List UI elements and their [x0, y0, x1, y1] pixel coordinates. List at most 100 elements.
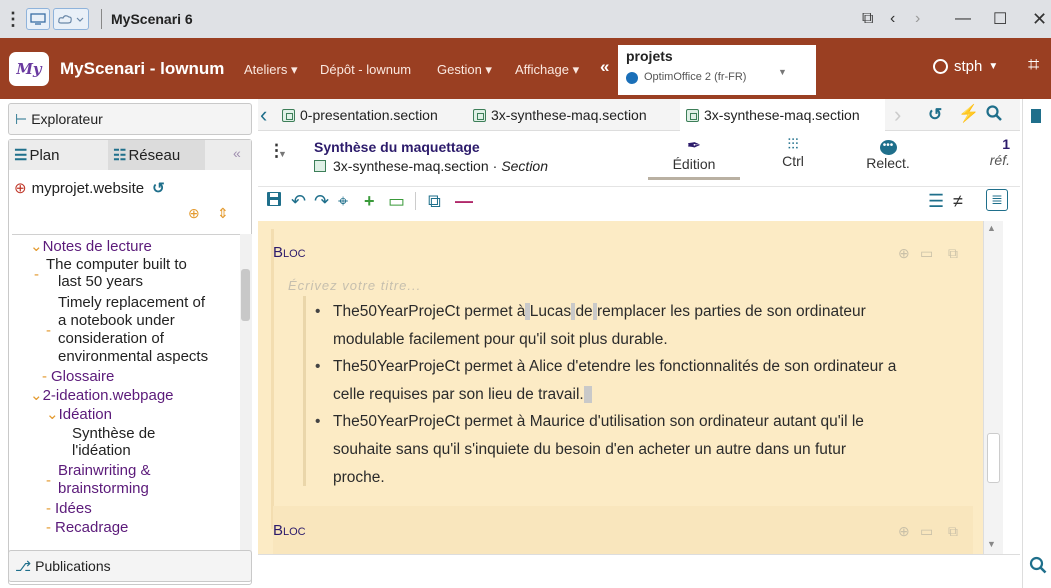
undo-icon[interactable]: ↶ — [291, 191, 306, 212]
close-icon[interactable]: ✕ — [1032, 0, 1047, 38]
add-item-icon[interactable]: ⊕ — [188, 205, 200, 222]
editor-scrollbar[interactable]: ▲ ▼ — [983, 221, 1003, 554]
scroll-up-icon[interactable]: ▲ — [987, 223, 996, 233]
pen-icon: ✒ — [686, 136, 702, 155]
section-icon — [282, 108, 295, 122]
sliders-icon: ⫶⫶⫶ — [787, 136, 799, 153]
outline-tree: ⌄Notes de lecture - The computer built to… — [12, 234, 240, 572]
left-panel: ⊢ Explorateur ☰ Plan ☷ Réseau « ⊕ myprojet… — [0, 99, 256, 588]
tab-3x-synthese-maq-active[interactable]: 3x-synthese-maq.section — [680, 99, 885, 131]
menu-ateliers[interactable]: Ateliers ▾ — [244, 62, 298, 78]
maximize-icon[interactable]: ☐ — [993, 0, 1007, 38]
explorer-label: Explorateur — [31, 111, 103, 127]
tree-item[interactable]: Synthèse de — [72, 425, 155, 442]
view-edition-button[interactable]: ✒ Édition — [648, 136, 740, 180]
target-icon[interactable]: ⌖ — [338, 191, 348, 212]
title-placeholder[interactable]: Écrivez votre titre... — [288, 278, 421, 293]
chevron-down-icon[interactable]: ▼ — [278, 149, 287, 159]
publications-icon: ⎇ — [15, 557, 32, 574]
collapse-panel-button[interactable]: « — [233, 145, 241, 161]
bloc-copy-icon[interactable]: ⧉ — [948, 523, 958, 540]
tree-item[interactable]: - Recadrage — [46, 519, 128, 536]
refs-label: réf. — [989, 152, 1010, 168]
project-selector[interactable]: projets OptimOffice 2 (fr-FR) ▼ — [618, 45, 816, 95]
tabs-scroll-right-icon[interactable]: › — [894, 102, 901, 128]
tree-item[interactable]: Brainwriting & — [58, 462, 151, 479]
list-item[interactable]: The50YearProjeCt permet à Maurice d'util… — [315, 408, 973, 492]
collapse-menu-button[interactable]: « — [600, 57, 609, 77]
tab-plan[interactable]: ☰ Plan — [9, 140, 101, 170]
forward-icon[interactable]: › — [915, 0, 920, 38]
bloc-copy-icon[interactable]: ⧉ — [948, 245, 958, 262]
references-counter[interactable]: 1 réf. — [978, 136, 1010, 168]
tab-label: 3x-synthese-maq.section — [491, 107, 647, 123]
view-edition-label: Édition — [672, 156, 716, 172]
not-equal-icon[interactable]: ≠ — [953, 191, 963, 212]
bloc-globe-icon[interactable]: ⊕ — [898, 245, 910, 262]
history-icon[interactable]: ↺ — [928, 105, 942, 125]
doc-type: Section — [501, 158, 549, 174]
root-item[interactable]: ⊕ myprojet.website ↺ — [14, 179, 165, 198]
menu-affichage[interactable]: Affichage ▾ — [515, 62, 579, 78]
tree-item[interactable]: - Glossaire — [42, 368, 114, 385]
save-icon[interactable] — [266, 191, 282, 212]
window-menu-icon[interactable]: ⋮ — [0, 9, 26, 30]
lightning-icon[interactable]: ⚡ — [958, 104, 979, 124]
tab-3x-synthese-maq[interactable]: 3x-synthese-maq.section — [473, 99, 647, 131]
pin-icon[interactable]: ⧉ — [862, 0, 873, 38]
collapse-all-icon[interactable]: ⇕ — [217, 205, 229, 222]
publications-panel-title[interactable]: ⎇ Publications — [8, 550, 252, 582]
user-menu[interactable]: stph ▼ — [933, 58, 998, 75]
bloc-globe-icon[interactable]: ⊕ — [898, 523, 910, 540]
add-icon[interactable]: + — [364, 191, 375, 212]
explorer-panel-title[interactable]: ⊢ Explorateur — [8, 103, 252, 135]
view-relect-button[interactable]: ••• Relect. — [853, 136, 923, 171]
network-icon: ☷ — [113, 147, 127, 164]
editor-scroll-thumb[interactable] — [987, 433, 1000, 483]
project-title: projets — [626, 48, 673, 64]
remove-icon[interactable]: — — [455, 191, 473, 212]
external-link-icon[interactable]: ⧉ — [428, 191, 441, 212]
comment-icon: ••• — [879, 140, 897, 155]
tree-item[interactable]: - Idées — [46, 500, 92, 517]
app-header: My MyScenari - lownum Ateliers ▾ Dépôt -… — [0, 38, 1051, 99]
bloc-comment-icon[interactable]: ▭ — [920, 523, 933, 540]
redo-icon[interactable]: ↷ — [314, 191, 329, 212]
outline-view-icon[interactable]: ≣ — [986, 189, 1008, 211]
plan-icon: ☰ — [14, 147, 28, 164]
project-model: OptimOffice 2 (fr-FR) — [644, 71, 747, 83]
comment-add-icon[interactable]: ▭ — [388, 191, 405, 212]
zoom-search-icon[interactable] — [1029, 556, 1047, 574]
list-item[interactable]: The50YearProjeCt permet à Lucas de rempl… — [315, 298, 973, 354]
tabs-scroll-left-icon[interactable]: ‹ — [260, 102, 267, 128]
list-item[interactable]: The50YearProjeCt permet à Alice d'etendr… — [315, 353, 973, 409]
desktop-icon[interactable] — [26, 8, 50, 30]
minimize-icon[interactable]: — — [955, 0, 971, 38]
fullscreen-icon[interactable]: ⌗ — [1028, 54, 1039, 77]
menu-depot[interactable]: Dépôt - lownum — [320, 62, 411, 77]
bookmark-icon[interactable] — [1031, 109, 1041, 123]
doc-title: Synthèse du maquettage — [314, 139, 480, 155]
back-icon[interactable]: ‹ — [890, 0, 895, 38]
tab-reseau[interactable]: ☷ Réseau — [108, 140, 205, 170]
tree-item[interactable]: Timely replacement of — [58, 294, 205, 311]
bloc-comment-icon[interactable]: ▭ — [920, 245, 933, 262]
menu-gestion[interactable]: Gestion ▾ — [437, 62, 492, 78]
editor-footer — [258, 554, 1020, 588]
align-icon[interactable]: ☰ — [928, 191, 944, 212]
tree-item[interactable]: ⌄Notes de lecture — [30, 238, 152, 255]
cloud-dropdown-icon[interactable] — [53, 8, 89, 30]
tree-scroll-thumb[interactable] — [241, 269, 250, 321]
chevron-down-icon: ▼ — [778, 67, 787, 77]
refs-count: 1 — [1002, 136, 1010, 152]
tree-item[interactable]: ⌄2-ideation.webpage — [30, 387, 174, 404]
search-icon[interactable] — [986, 105, 1002, 121]
scroll-down-icon[interactable]: ▼ — [987, 539, 996, 549]
tree-scrollbar[interactable] — [240, 234, 252, 572]
user-icon — [933, 59, 948, 74]
tree-item[interactable]: - The computer built to — [34, 256, 187, 283]
view-ctrl-button[interactable]: ⫶⫶⫶ Ctrl — [758, 136, 828, 169]
history-icon: ↺ — [152, 180, 165, 197]
tree-item[interactable]: ⌄Idéation — [46, 406, 112, 423]
tab-0-presentation[interactable]: 0-presentation.section — [282, 99, 438, 131]
